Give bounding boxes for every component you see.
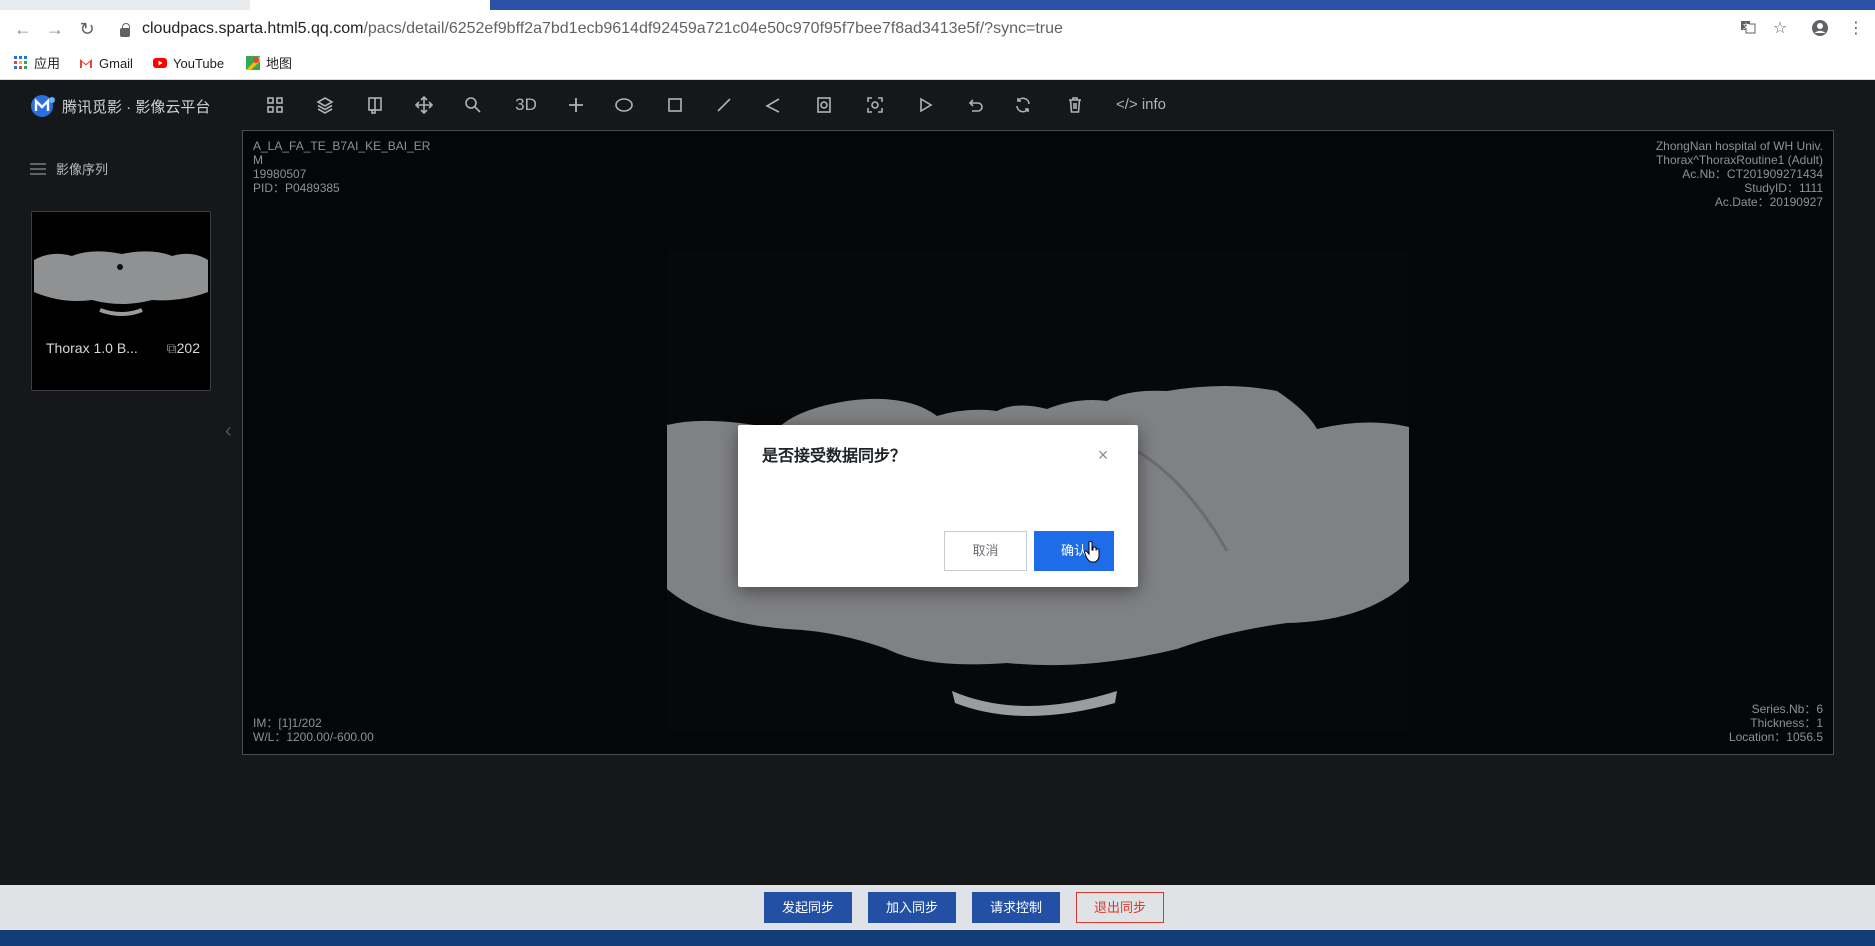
accession-number: Ac.Nb：CT201909271434 xyxy=(1682,167,1823,181)
menu-icon[interactable] xyxy=(30,163,46,175)
browser-tab-strip xyxy=(0,0,1875,10)
code-icon: </> xyxy=(1115,96,1142,113)
info-button[interactable]: </> info xyxy=(1113,92,1169,118)
bookmark-star-icon[interactable]: ☆ xyxy=(1770,19,1790,39)
image-info-bottom-right: Series.Nb：6 Thickness：1 Location：1056.5 xyxy=(1729,702,1823,744)
window-level: W/L：1200.00/-600.00 xyxy=(253,730,374,744)
exit-sync-button[interactable]: 退出同步 xyxy=(1076,892,1164,923)
start-sync-button[interactable]: 发起同步 xyxy=(764,892,852,923)
slice-location: Location：1056.5 xyxy=(1728,730,1823,744)
series-thumbnail-image xyxy=(32,212,210,332)
patient-birthdate: 19980507 xyxy=(253,167,307,181)
play-icon[interactable] xyxy=(912,92,938,118)
ellipse-icon[interactable] xyxy=(611,92,637,118)
collapse-sidebar-icon[interactable]: ‹ xyxy=(225,420,237,442)
dialog-title: 是否接受数据同步？ xyxy=(762,448,907,465)
bookmark-label: 地图 xyxy=(266,56,293,71)
series-thumbnail[interactable]: Thorax 1.0 B... ⧉202 xyxy=(31,211,211,391)
line-icon[interactable] xyxy=(711,92,737,118)
pan-move-icon[interactable] xyxy=(411,92,437,118)
grid-layout-icon[interactable] xyxy=(262,92,288,118)
url-path: /pacs/detail/6252ef9bff2a7bd1ecb9614df92… xyxy=(363,20,1063,37)
bookmark-label: Gmail xyxy=(99,56,133,71)
series-count-value: 202 xyxy=(176,340,200,356)
sync-confirm-dialog: 是否接受数据同步？ × 取消 确认 xyxy=(738,425,1138,587)
slice-thickness: Thickness：1 xyxy=(1750,716,1823,730)
roi-icon[interactable] xyxy=(811,92,837,118)
sync-bar: 发起同步 加入同步 请求控制 退出同步 xyxy=(0,885,1875,930)
logo-mark-icon xyxy=(30,94,58,118)
youtube-icon xyxy=(153,56,167,70)
url-host: cloudpacs.sparta.html5.qq.com xyxy=(142,20,364,37)
lock-icon[interactable] xyxy=(120,23,130,37)
crosshair-icon[interactable] xyxy=(563,92,589,118)
image-number: IM：[1]1/202 xyxy=(253,716,322,730)
request-control-button[interactable]: 请求控制 xyxy=(972,892,1060,923)
study-id: StudyID：1111 xyxy=(1744,181,1823,195)
profile-avatar-icon[interactable] xyxy=(1810,19,1830,39)
hospital-name: ZhongNan hospital of WH Univ. xyxy=(1655,139,1823,153)
image-info-bottom-left: IM：[1]1/202 W/L：1200.00/-600.00 xyxy=(253,716,374,744)
rectangle-icon[interactable] xyxy=(662,92,688,118)
zoom-icon[interactable] xyxy=(460,92,486,118)
stack-icon: ⧉ xyxy=(166,340,177,356)
forward-icon[interactable]: → xyxy=(44,18,66,40)
delete-icon[interactable] xyxy=(1062,92,1088,118)
series-panel-label: 影像序列 xyxy=(56,162,109,177)
maps-icon xyxy=(246,56,260,70)
angle-icon[interactable] xyxy=(760,92,786,118)
bookmark-label: YouTube xyxy=(173,56,225,71)
accession-date: Ac.Date：20190927 xyxy=(1714,195,1823,209)
bookmark-youtube[interactable]: YouTube xyxy=(153,54,224,74)
info-label: info xyxy=(1141,96,1167,113)
patient-id: PID：P0489385 xyxy=(253,181,340,195)
back-icon[interactable]: ← xyxy=(12,18,34,40)
series-panel-title[interactable]: 影像序列 xyxy=(30,160,108,180)
reset-icon[interactable] xyxy=(1010,92,1036,118)
patient-name: A_LA_FA_TE_B7AI_KE_BAI_ER xyxy=(253,139,431,153)
study-description: Thorax^ThoraxRoutine1 (Adult) xyxy=(1655,153,1823,167)
series-number: Series.Nb：6 xyxy=(1751,702,1823,716)
browser-tab-active[interactable] xyxy=(250,0,490,10)
svg-text:文: 文 xyxy=(1743,22,1750,31)
reload-icon[interactable]: ↻ xyxy=(76,18,98,40)
browser-toolbar: ← → ↻ cloudpacs.sparta.html5.qq.com/pacs… xyxy=(0,10,1875,48)
close-icon[interactable]: × xyxy=(1096,445,1110,465)
hand-cursor-icon xyxy=(1084,541,1100,563)
series-count: ⧉202 xyxy=(167,340,200,357)
bookmark-apps[interactable]: 应用 xyxy=(14,54,60,74)
patient-info-top-left: A_LA_FA_TE_B7AI_KE_BAI_ER M 19980507 PID… xyxy=(253,139,430,195)
study-info-top-right: ZhongNan hospital of WH Univ. Thorax^Tho… xyxy=(1656,139,1823,209)
window-level-icon[interactable] xyxy=(362,92,388,118)
cancel-button[interactable]: 取消 xyxy=(944,531,1027,571)
layers-icon[interactable] xyxy=(312,92,338,118)
join-sync-button[interactable]: 加入同步 xyxy=(868,892,956,923)
app-logo[interactable]: 腾讯觅影 · 影像云平台 xyxy=(30,94,210,118)
translate-icon[interactable]: 文 xyxy=(1738,19,1758,39)
bookmarks-bar: 应用 Gmail YouTube 地图 xyxy=(0,48,1875,80)
logo-text: 腾讯觅影 · 影像云平台 xyxy=(62,99,211,116)
bookmark-gmail[interactable]: Gmail xyxy=(79,54,133,74)
gmail-icon xyxy=(79,56,93,70)
bookmark-label: 应用 xyxy=(34,56,61,71)
menu-kebab-icon[interactable]: ⋮ xyxy=(1846,19,1866,39)
undo-icon[interactable] xyxy=(962,92,988,118)
apps-grid-icon xyxy=(14,56,28,70)
browser-tab[interactable] xyxy=(0,0,250,10)
screenshot-icon[interactable] xyxy=(862,92,888,118)
confirm-button[interactable]: 确认 xyxy=(1034,531,1114,571)
3d-button[interactable]: 3D xyxy=(510,92,542,118)
os-taskbar xyxy=(0,930,1875,946)
patient-sex: M xyxy=(253,153,263,167)
address-bar[interactable]: cloudpacs.sparta.html5.qq.com/pacs/detai… xyxy=(142,19,1063,39)
series-name: Thorax 1.0 B... xyxy=(46,340,138,356)
bookmark-maps[interactable]: 地图 xyxy=(246,54,292,74)
